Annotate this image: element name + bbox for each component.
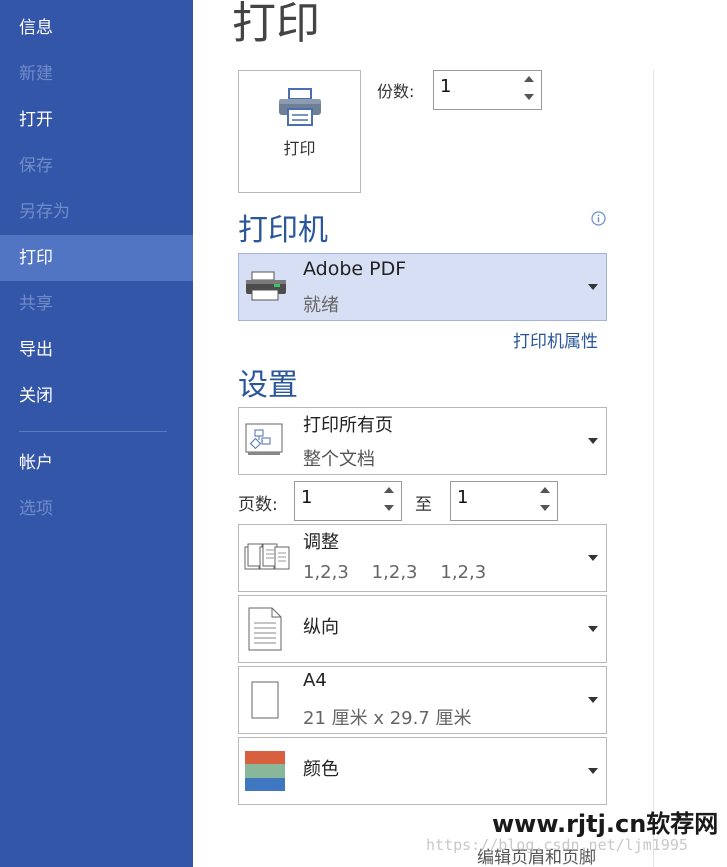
pages-from-spinner[interactable]: 1 xyxy=(294,481,402,521)
spin-up-icon[interactable] xyxy=(517,72,541,90)
spin-up-icon[interactable] xyxy=(377,483,401,501)
nav-print[interactable]: 打印 xyxy=(0,235,193,281)
pages-to-spinner[interactable]: 1 xyxy=(450,481,558,521)
color-dropdown[interactable]: 颜色 xyxy=(238,737,607,805)
printer-properties-link[interactable]: 打印机属性 xyxy=(513,327,598,352)
print-button-label: 打印 xyxy=(283,139,316,158)
dropdown-caret-icon xyxy=(588,555,598,561)
nav-options[interactable]: 选项 xyxy=(0,486,193,532)
preview-divider xyxy=(653,70,654,867)
printer-dropdown[interactable]: Adobe PDF 就绪 xyxy=(238,253,607,321)
spin-down-icon[interactable] xyxy=(517,90,541,108)
print-button[interactable]: 打印 xyxy=(238,70,361,193)
pages-from-value: 1 xyxy=(301,487,313,508)
collate-icon xyxy=(244,543,290,570)
portrait-icon xyxy=(248,607,282,651)
nav-save-as[interactable]: 另存为 xyxy=(0,189,193,235)
printer-name: Adobe PDF xyxy=(303,258,407,280)
print-range-subtitle: 整个文档 xyxy=(303,449,375,470)
pages-to-value: 1 xyxy=(457,487,469,508)
settings-heading: 设置 xyxy=(238,368,298,403)
nav-close[interactable]: 关闭 xyxy=(0,373,193,419)
collate-title: 调整 xyxy=(303,532,339,553)
collate-dropdown[interactable]: 调整 1,2,3 1,2,3 1,2,3 xyxy=(238,524,607,592)
dropdown-caret-icon xyxy=(588,768,598,774)
nav-info[interactable]: 信息 xyxy=(0,5,193,51)
nav-divider xyxy=(19,431,167,432)
nav-export[interactable]: 导出 xyxy=(0,327,193,373)
paper-subtitle: 21 厘米 x 29.7 厘米 xyxy=(303,708,472,729)
copies-value: 1 xyxy=(440,76,452,97)
dropdown-caret-icon xyxy=(588,697,598,703)
paper-title: A4 xyxy=(303,670,327,691)
pages-label: 页数: xyxy=(238,495,278,515)
to-label: 至 xyxy=(415,495,432,515)
printer-heading: 打印机 xyxy=(238,213,328,248)
pages-icon xyxy=(245,423,283,455)
backstage-sidebar: 信息 新建 打开 保存 另存为 打印 共享 导出 关闭 帐户 选项 xyxy=(0,0,193,867)
dropdown-caret-icon xyxy=(588,438,598,444)
spin-up-icon[interactable] xyxy=(533,483,557,501)
color-icon xyxy=(245,751,285,791)
print-range-title: 打印所有页 xyxy=(303,415,393,436)
dropdown-caret-icon xyxy=(588,284,598,290)
nav-share[interactable]: 共享 xyxy=(0,281,193,327)
nav-account[interactable]: 帐户 xyxy=(0,440,193,486)
spin-down-icon[interactable] xyxy=(377,501,401,519)
printer-status: 就绪 xyxy=(303,295,339,316)
print-range-dropdown[interactable]: 打印所有页 整个文档 xyxy=(238,407,607,475)
orientation-title: 纵向 xyxy=(303,617,339,638)
pdf-printer-icon xyxy=(246,271,286,301)
copies-label: 份数: xyxy=(377,82,415,101)
nav-save[interactable]: 保存 xyxy=(0,143,193,189)
dropdown-caret-icon xyxy=(588,626,598,632)
color-title: 颜色 xyxy=(303,759,339,780)
a4-paper-icon xyxy=(251,681,279,719)
page-title: 打印 xyxy=(232,0,320,49)
nav-new[interactable]: 新建 xyxy=(0,51,193,97)
spin-down-icon[interactable] xyxy=(533,501,557,519)
collate-subtitle: 1,2,3 1,2,3 1,2,3 xyxy=(303,562,487,583)
site-watermark: www.rjtj.cn软荐网 xyxy=(492,810,719,838)
copies-spinner[interactable]: 1 xyxy=(433,70,542,110)
printer-icon xyxy=(279,88,321,126)
paper-size-dropdown[interactable]: A4 21 厘米 x 29.7 厘米 xyxy=(238,666,607,734)
nav-open[interactable]: 打开 xyxy=(0,97,193,143)
info-icon[interactable] xyxy=(591,211,606,226)
orientation-dropdown[interactable]: 纵向 xyxy=(238,595,607,663)
